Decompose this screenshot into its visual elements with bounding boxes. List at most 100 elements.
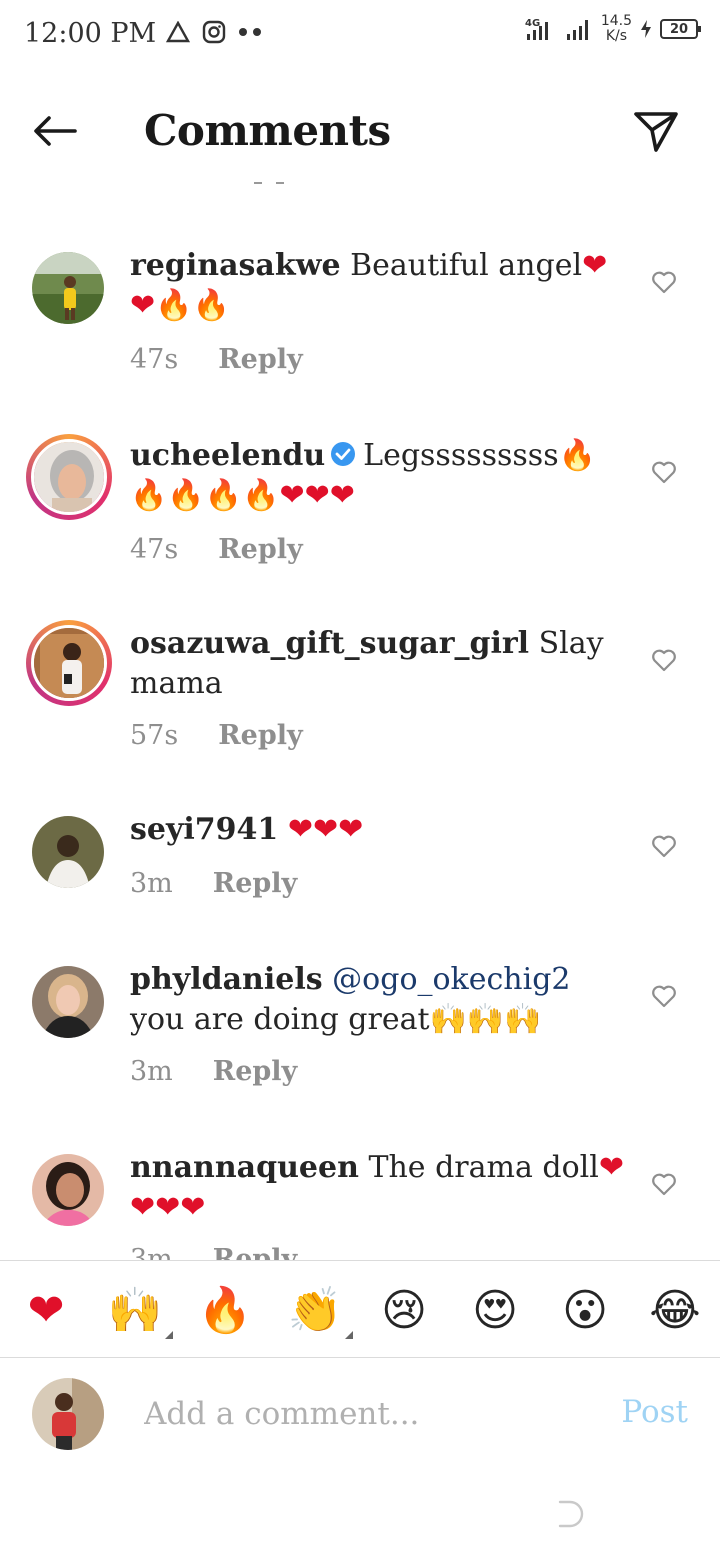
comment-body-text: [323, 962, 333, 997]
heart-emoji: ❤: [582, 248, 608, 283]
my-avatar: [32, 1378, 104, 1450]
comment-body-text: [278, 812, 288, 847]
heart-emoji: ❤: [279, 478, 305, 513]
avatar-story-ring[interactable]: [26, 434, 112, 520]
reply-button[interactable]: Reply: [213, 1244, 297, 1260]
heart-outline-icon[interactable]: [650, 646, 678, 674]
charging-icon: [641, 20, 651, 38]
network-speed-value: 14.5: [600, 13, 632, 29]
clapping-hands-icon: 👏: [287, 1285, 343, 1336]
comment-username[interactable]: reginasakwe: [130, 248, 341, 283]
emoji-heart-eyes-button[interactable]: 😍: [465, 1281, 525, 1341]
status-right: 4G 14.5 K/s 20: [525, 14, 701, 44]
comment-username[interactable]: osazuwa_gift_sugar_girl: [130, 626, 529, 661]
avatar-story-ring[interactable]: [26, 620, 112, 706]
comment-body: ❤❤❤: [278, 812, 363, 847]
reply-button[interactable]: Reply: [213, 1056, 297, 1087]
comment-body-text: Beautiful angel: [340, 248, 583, 283]
emoji-crying-button[interactable]: 😢: [374, 1281, 434, 1341]
arrow-left-icon: [34, 116, 77, 146]
comment-username[interactable]: seyi7941: [130, 812, 278, 847]
status-bar: 12:00 PM 4G 14.5 K/s 20: [0, 0, 720, 70]
heart-emoji: ❤: [155, 1190, 181, 1225]
comment-meta: 3m Reply: [130, 1056, 297, 1087]
avatar[interactable]: [28, 812, 108, 892]
verified-badge-icon: [331, 442, 356, 466]
heart-outline-icon[interactable]: [650, 832, 678, 860]
reply-button[interactable]: Reply: [218, 344, 302, 375]
reply-button[interactable]: Reply: [213, 868, 297, 899]
comment-username[interactable]: ucheelendu: [130, 438, 325, 473]
comment-text: phyldaniels @ogo_okechig2 you are doing …: [130, 960, 630, 1040]
mention-link[interactable]: @ogo_okechig2: [332, 962, 570, 997]
reply-button[interactable]: Reply: [218, 720, 302, 751]
fire-emoji: 🔥: [242, 478, 280, 513]
avatar-image: [32, 1378, 104, 1450]
heart-emoji: ❤: [338, 812, 364, 847]
heart-emoji: ❤: [304, 478, 330, 513]
comment-username[interactable]: nnannaqueen: [130, 1150, 359, 1185]
instagram-icon: [202, 20, 226, 44]
avatar[interactable]: [28, 962, 108, 1042]
scroll-hint: [254, 182, 294, 186]
comment-list[interactable]: reginasakwe Beautiful angel❤❤🔥🔥 47s Repl…: [0, 230, 720, 1260]
comment-input[interactable]: [144, 1386, 584, 1442]
triangle-icon: [166, 21, 190, 43]
heart-emoji: ❤: [598, 1150, 624, 1185]
svg-text:4G: 4G: [525, 18, 540, 29]
avatar-image: [34, 442, 104, 512]
avatar[interactable]: [28, 248, 108, 328]
comment-text: seyi7941 ❤❤❤: [130, 810, 630, 850]
heart-outline-icon[interactable]: [650, 1170, 678, 1198]
comment-time: 57s: [130, 720, 179, 751]
heart-emoji: ❤: [130, 288, 156, 323]
fire-emoji: 🔥: [167, 478, 205, 513]
raised-hands-emoji: 🙌: [504, 1002, 542, 1037]
comment-body-text: Legsssssssss: [363, 438, 559, 473]
heart-emoji: ❤: [130, 1190, 156, 1225]
raised-hands-emoji: 🙌: [466, 1002, 505, 1037]
reply-button[interactable]: Reply: [218, 534, 302, 565]
fire-emoji: 🔥: [192, 288, 230, 323]
emoji-fire-button[interactable]: 🔥: [195, 1281, 255, 1341]
back-gesture-icon[interactable]: [556, 1498, 586, 1530]
emoji-laughing-button[interactable]: 😂: [645, 1281, 705, 1341]
post-button[interactable]: Post: [621, 1394, 688, 1430]
share-button[interactable]: [628, 104, 684, 160]
comment-text: nnannaqueen The drama doll❤❤❤❤: [130, 1148, 630, 1228]
header: Comments: [0, 80, 720, 180]
comment-meta: 3m Reply: [130, 1244, 297, 1260]
comment-meta: 57s Reply: [130, 720, 303, 751]
comment-body-text: you are doing great: [130, 1002, 430, 1037]
avatar-image: [32, 1154, 104, 1226]
comment-meta: 47s Reply: [130, 534, 303, 565]
comment-time: 47s: [130, 534, 179, 565]
status-time: 12:00 PM: [24, 18, 157, 49]
emoji-surprised-button[interactable]: 😮: [555, 1281, 615, 1341]
more-notifications-icon: [239, 28, 261, 36]
heart-emoji: ❤: [180, 1190, 206, 1225]
emoji-raised-hands-button[interactable]: 🙌: [105, 1281, 173, 1341]
emoji-heart-button[interactable]: ❤: [16, 1281, 76, 1341]
emoji-quick-bar: ❤ 🙌 🔥 👏 😢 😍 😮 😂: [0, 1260, 720, 1358]
comment-text: reginasakwe Beautiful angel❤❤🔥🔥: [130, 246, 630, 326]
network-speed-unit: K/s: [605, 28, 628, 44]
emoji-clap-button[interactable]: 👏: [285, 1281, 353, 1341]
signal-icon: [566, 20, 588, 40]
comment-body-text: The drama doll: [358, 1150, 599, 1185]
heart-outline-icon[interactable]: [650, 268, 678, 296]
battery-indicator: 20: [660, 19, 701, 39]
heart-outline-icon[interactable]: [650, 458, 678, 486]
back-button[interactable]: [28, 104, 82, 158]
comment-time: 3m: [130, 1244, 173, 1260]
avatar-image: [32, 966, 104, 1038]
comment-username[interactable]: phyldaniels: [130, 962, 323, 997]
avatar[interactable]: [28, 1150, 108, 1230]
network-speed: 14.5 K/s: [601, 14, 632, 44]
heart-outline-icon[interactable]: [650, 982, 678, 1010]
avatar-image: [32, 252, 104, 324]
comment-composer: Post: [0, 1360, 720, 1470]
comment-meta: 3m Reply: [130, 868, 297, 899]
fire-emoji: 🔥: [204, 478, 243, 513]
heart-emoji: ❤: [329, 478, 355, 513]
